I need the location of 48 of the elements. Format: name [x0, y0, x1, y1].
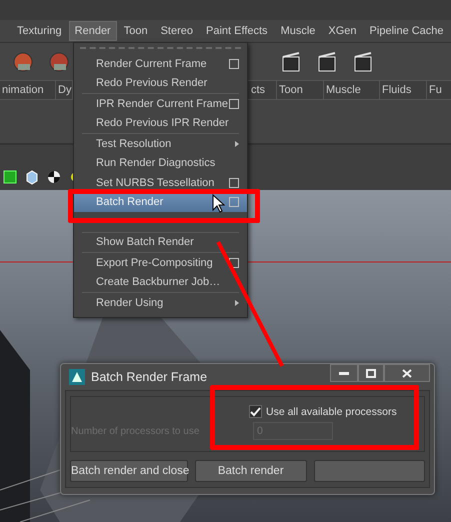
menu-bar-item[interactable]: Texturing [11, 21, 68, 41]
menu-bar-item[interactable]: XGen [322, 21, 363, 41]
option-box-icon[interactable] [229, 178, 239, 188]
menu-item[interactable]: Redo Previous IPR Render [74, 114, 247, 133]
shelf-tab[interactable]: cts [249, 81, 277, 99]
window-title: Batch Render Frame [91, 370, 208, 384]
menu-item[interactable]: Export Pre-Compositing [74, 253, 247, 272]
submenu-item[interactable]: Test Resolution [74, 134, 247, 154]
menu-item[interactable]: Show Batch Render [74, 232, 247, 252]
maximize-icon [366, 368, 376, 378]
minimize-button[interactable] [330, 364, 358, 382]
option-box-icon[interactable] [229, 98, 239, 109]
submenu-item[interactable]: Render Using [74, 293, 247, 312]
shelf-tab[interactable]: nimation [0, 81, 56, 99]
menu-item[interactable]: IPR Render Current Frame [74, 94, 247, 114]
menu-item[interactable]: Set NURBS Tessellation [74, 173, 247, 192]
menu-item[interactable]: Run Render Diagnostics [74, 154, 247, 173]
menu-item[interactable]: Render Current Frame [74, 54, 247, 74]
cube-icon[interactable] [24, 169, 40, 185]
option-box-icon[interactable] [229, 58, 239, 69]
checkbox[interactable] [249, 405, 262, 418]
submenu-arrow-icon [235, 140, 239, 147]
shelf-tab[interactable]: Toon [277, 81, 324, 99]
option-box-icon[interactable] [229, 258, 239, 268]
maximize-button[interactable] [358, 364, 384, 382]
cursor-icon [212, 194, 225, 213]
app-icon [69, 369, 85, 385]
menu-bar-item[interactable]: Paint Effects [200, 21, 274, 41]
menu-item[interactable]: Create Backburner Job… [74, 272, 247, 292]
menu-bar-item[interactable]: Pipeline Cache [364, 21, 450, 41]
menu-bar-item[interactable]: Toon [118, 21, 154, 41]
shelf-tab[interactable]: Fu [427, 81, 451, 99]
close-icon [402, 368, 412, 378]
minimize-icon [339, 371, 349, 375]
square-icon[interactable] [2, 169, 18, 185]
menu-bar-item[interactable]: Muscle [274, 21, 322, 41]
menu-bar-item[interactable]: Render [68, 21, 117, 41]
close-button[interactable] [384, 364, 430, 382]
dialog-button[interactable]: Batch render [195, 460, 306, 482]
checker-ball-icon[interactable] [46, 169, 62, 185]
checkbox-label: Use all available processors [266, 406, 397, 418]
submenu-arrow-icon [235, 300, 239, 306]
checkmark-icon [250, 406, 261, 416]
menu-bar-item[interactable]: Stereo [154, 21, 199, 41]
shelf-tab[interactable]: Muscle [324, 81, 380, 99]
dialog-button[interactable]: Batch render and close [70, 460, 188, 482]
menu-item[interactable]: Redo Previous Render [74, 74, 247, 93]
shelf-tab[interactable]: Fluids [380, 81, 427, 99]
